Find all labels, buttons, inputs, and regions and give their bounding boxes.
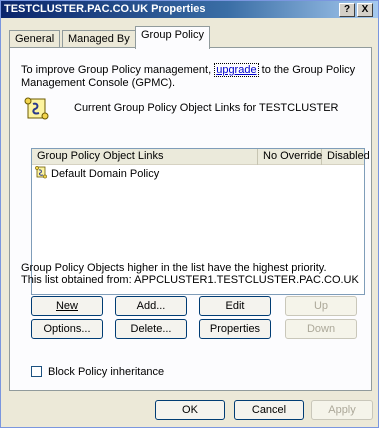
priority-note: Group Policy Objects higher in the list …	[21, 262, 359, 286]
list-header: Group Policy Object Links No Override Di…	[32, 149, 370, 165]
priority-text: Group Policy Objects higher in the list …	[21, 262, 327, 274]
edit-button[interactable]: Edit	[199, 296, 271, 316]
close-icon[interactable]: X	[357, 3, 373, 17]
window-title: TESTCLUSTER.PAC.CO.UK Properties	[4, 3, 206, 15]
add-button[interactable]: Add...	[115, 296, 187, 316]
help-icon[interactable]: ?	[339, 3, 355, 17]
tab-group-policy[interactable]: Group Policy	[135, 26, 210, 49]
current-links-label: Current Group Policy Object Links for TE…	[74, 102, 339, 114]
cancel-button[interactable]: Cancel	[234, 400, 304, 420]
title-bar[interactable]: TESTCLUSTER.PAC.CO.UK Properties ? X	[1, 1, 378, 18]
checkbox-box[interactable]	[31, 366, 42, 377]
delete-button[interactable]: Delete...	[115, 319, 187, 339]
ok-button[interactable]: OK	[155, 400, 225, 420]
new-button-label: New	[55, 300, 78, 312]
gpo-scroll-icon	[24, 97, 49, 120]
upgrade-link[interactable]: upgrade	[214, 63, 259, 77]
tab-general[interactable]: General	[9, 30, 61, 48]
properties-button[interactable]: Properties	[199, 319, 271, 339]
apply-button[interactable]: Apply	[311, 400, 373, 420]
new-button[interactable]: New	[31, 296, 103, 316]
tab-panel-group-policy: To improve Group Policy management, upgr…	[9, 47, 372, 391]
up-button[interactable]: Up	[285, 296, 357, 316]
gpo-name: Default Domain Policy	[51, 168, 160, 180]
block-inheritance-label: Block Policy inheritance	[48, 366, 165, 378]
down-button[interactable]: Down	[285, 319, 357, 339]
column-disabled[interactable]: Disabled	[322, 149, 370, 165]
column-no-override[interactable]: No Override	[258, 149, 322, 165]
list-item[interactable]: Default Domain Policy	[34, 166, 159, 181]
properties-dialog: TESTCLUSTER.PAC.CO.UK Properties ? X Gen…	[0, 0, 379, 428]
options-button[interactable]: Options...	[31, 319, 103, 339]
gpo-scroll-icon	[35, 166, 47, 179]
intro-text-before: To improve Group Policy management,	[21, 64, 215, 76]
block-inheritance-checkbox[interactable]: Block Policy inheritance	[31, 366, 164, 378]
obtained-from-text: This list obtained from: APPCLUSTER1.TES…	[21, 274, 359, 286]
tab-managed-by[interactable]: Managed By	[62, 30, 136, 48]
column-gpo-links[interactable]: Group Policy Object Links	[32, 149, 258, 165]
gpmc-upgrade-notice: To improve Group Policy management, upgr…	[21, 63, 361, 90]
